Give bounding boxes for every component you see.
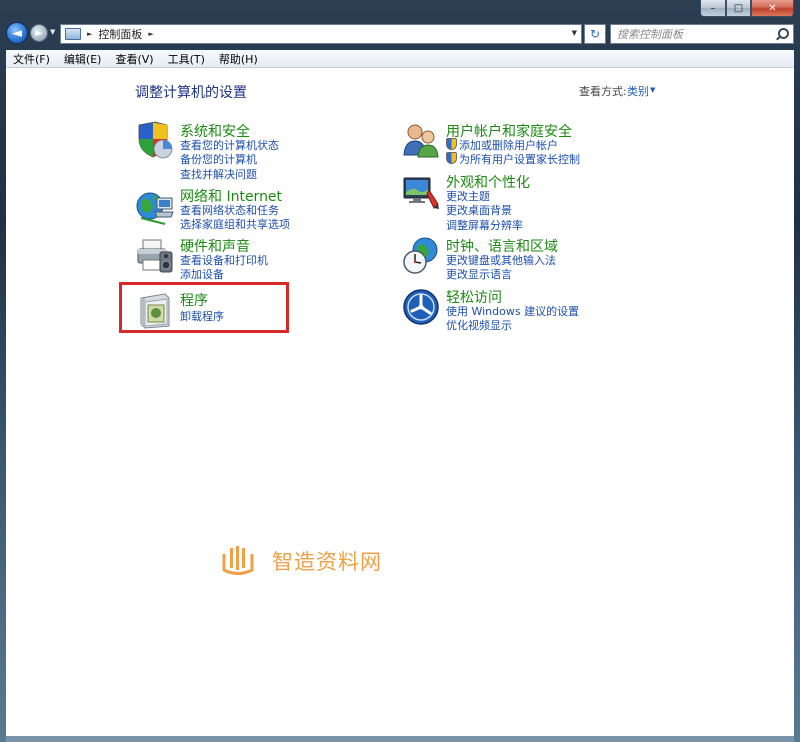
menu-edit[interactable]: 编辑(E) [57, 51, 109, 67]
menu-file[interactable]: 文件(F) [6, 51, 57, 67]
link-parental-controls[interactable]: 为所有用户设置家长控制 [446, 151, 580, 167]
link-change-display-language[interactable]: 更改显示语言 [446, 266, 512, 282]
window-bottom-border [6, 736, 794, 742]
link-homegroup-sharing[interactable]: 选择家庭组和共享选项 [180, 216, 290, 232]
address-bar[interactable]: ► 控制面板 ► ▼ [60, 24, 582, 44]
address-dropdown-icon[interactable]: ▼ [572, 29, 577, 37]
link-parental-controls-label: 为所有用户设置家长控制 [459, 153, 580, 166]
display-paint-icon[interactable] [401, 172, 441, 212]
globe-network-icon[interactable] [135, 186, 175, 226]
search-placeholder: 搜索控制面板 [617, 28, 683, 41]
watermark: 智造资料网 [218, 544, 382, 578]
forward-button[interactable]: ► [30, 24, 48, 42]
close-button[interactable]: ✕ [751, 0, 794, 17]
caption-buttons: – □ ✕ [700, 0, 794, 17]
recent-pages-dropdown[interactable]: ▼ [50, 28, 55, 36]
shield-chart-icon[interactable] [135, 121, 175, 161]
menu-tools[interactable]: 工具(T) [161, 51, 212, 67]
watermark-logo [222, 546, 254, 575]
link-optimize-visual-display[interactable]: 优化视频显示 [446, 317, 512, 333]
printer-speaker-icon[interactable] [135, 236, 175, 276]
refresh-button[interactable]: ↻ [584, 24, 606, 44]
link-backup-computer[interactable]: 备份您的计算机 [180, 151, 257, 167]
breadcrumb-control-panel[interactable]: 控制面板 [98, 26, 142, 42]
clock-globe-icon[interactable] [401, 236, 441, 276]
watermark-text: 智造资料网 [272, 550, 382, 574]
back-button[interactable]: ◄ [6, 22, 28, 44]
link-add-device[interactable]: 添加设备 [180, 266, 224, 282]
view-by-label: 查看方式: [579, 85, 627, 98]
page-title: 调整计算机的设置 [135, 85, 247, 101]
menu-view[interactable]: 查看(V) [108, 51, 160, 67]
link-change-desktop-background[interactable]: 更改桌面背景 [446, 202, 512, 218]
control-panel-icon [65, 28, 81, 40]
chevron-down-icon[interactable]: ▼ [650, 86, 655, 94]
search-input[interactable]: 搜索控制面板 [610, 24, 794, 44]
link-adjust-resolution[interactable]: 调整屏幕分辨率 [446, 217, 523, 233]
navigation-bar: ◄ ► ▼ ► 控制面板 ► ▼ ↻ 搜索控制面板 [0, 18, 800, 48]
menu-help[interactable]: 帮助(H) [212, 51, 265, 67]
content-pane: 调整计算机的设置 查看方式: 类别 ▼ 系统和安全 查看您的计算机状态 备份您的… [6, 68, 794, 736]
title-bar: – □ ✕ [0, 0, 800, 18]
highlight-box-programs [119, 282, 289, 333]
breadcrumb-chevron-icon[interactable]: ► [148, 30, 153, 38]
users-icon[interactable] [401, 121, 441, 161]
ease-of-access-icon[interactable] [401, 287, 441, 327]
link-troubleshoot[interactable]: 查找并解决问题 [180, 166, 257, 182]
uac-shield-icon [446, 152, 457, 164]
uac-shield-icon [446, 138, 457, 150]
menu-bar: 文件(F) 编辑(E) 查看(V) 工具(T) 帮助(H) [6, 50, 794, 68]
minimize-button[interactable]: – [700, 0, 726, 17]
window-frame: – □ ✕ ◄ ► ▼ ► 控制面板 ► ▼ ↻ 搜索控制面板 文件(F) 编辑… [0, 0, 800, 742]
maximize-button[interactable]: □ [726, 0, 751, 17]
breadcrumb-chevron-icon[interactable]: ► [87, 30, 92, 38]
view-by-dropdown[interactable]: 类别 [627, 83, 649, 99]
search-icon[interactable] [774, 26, 790, 42]
